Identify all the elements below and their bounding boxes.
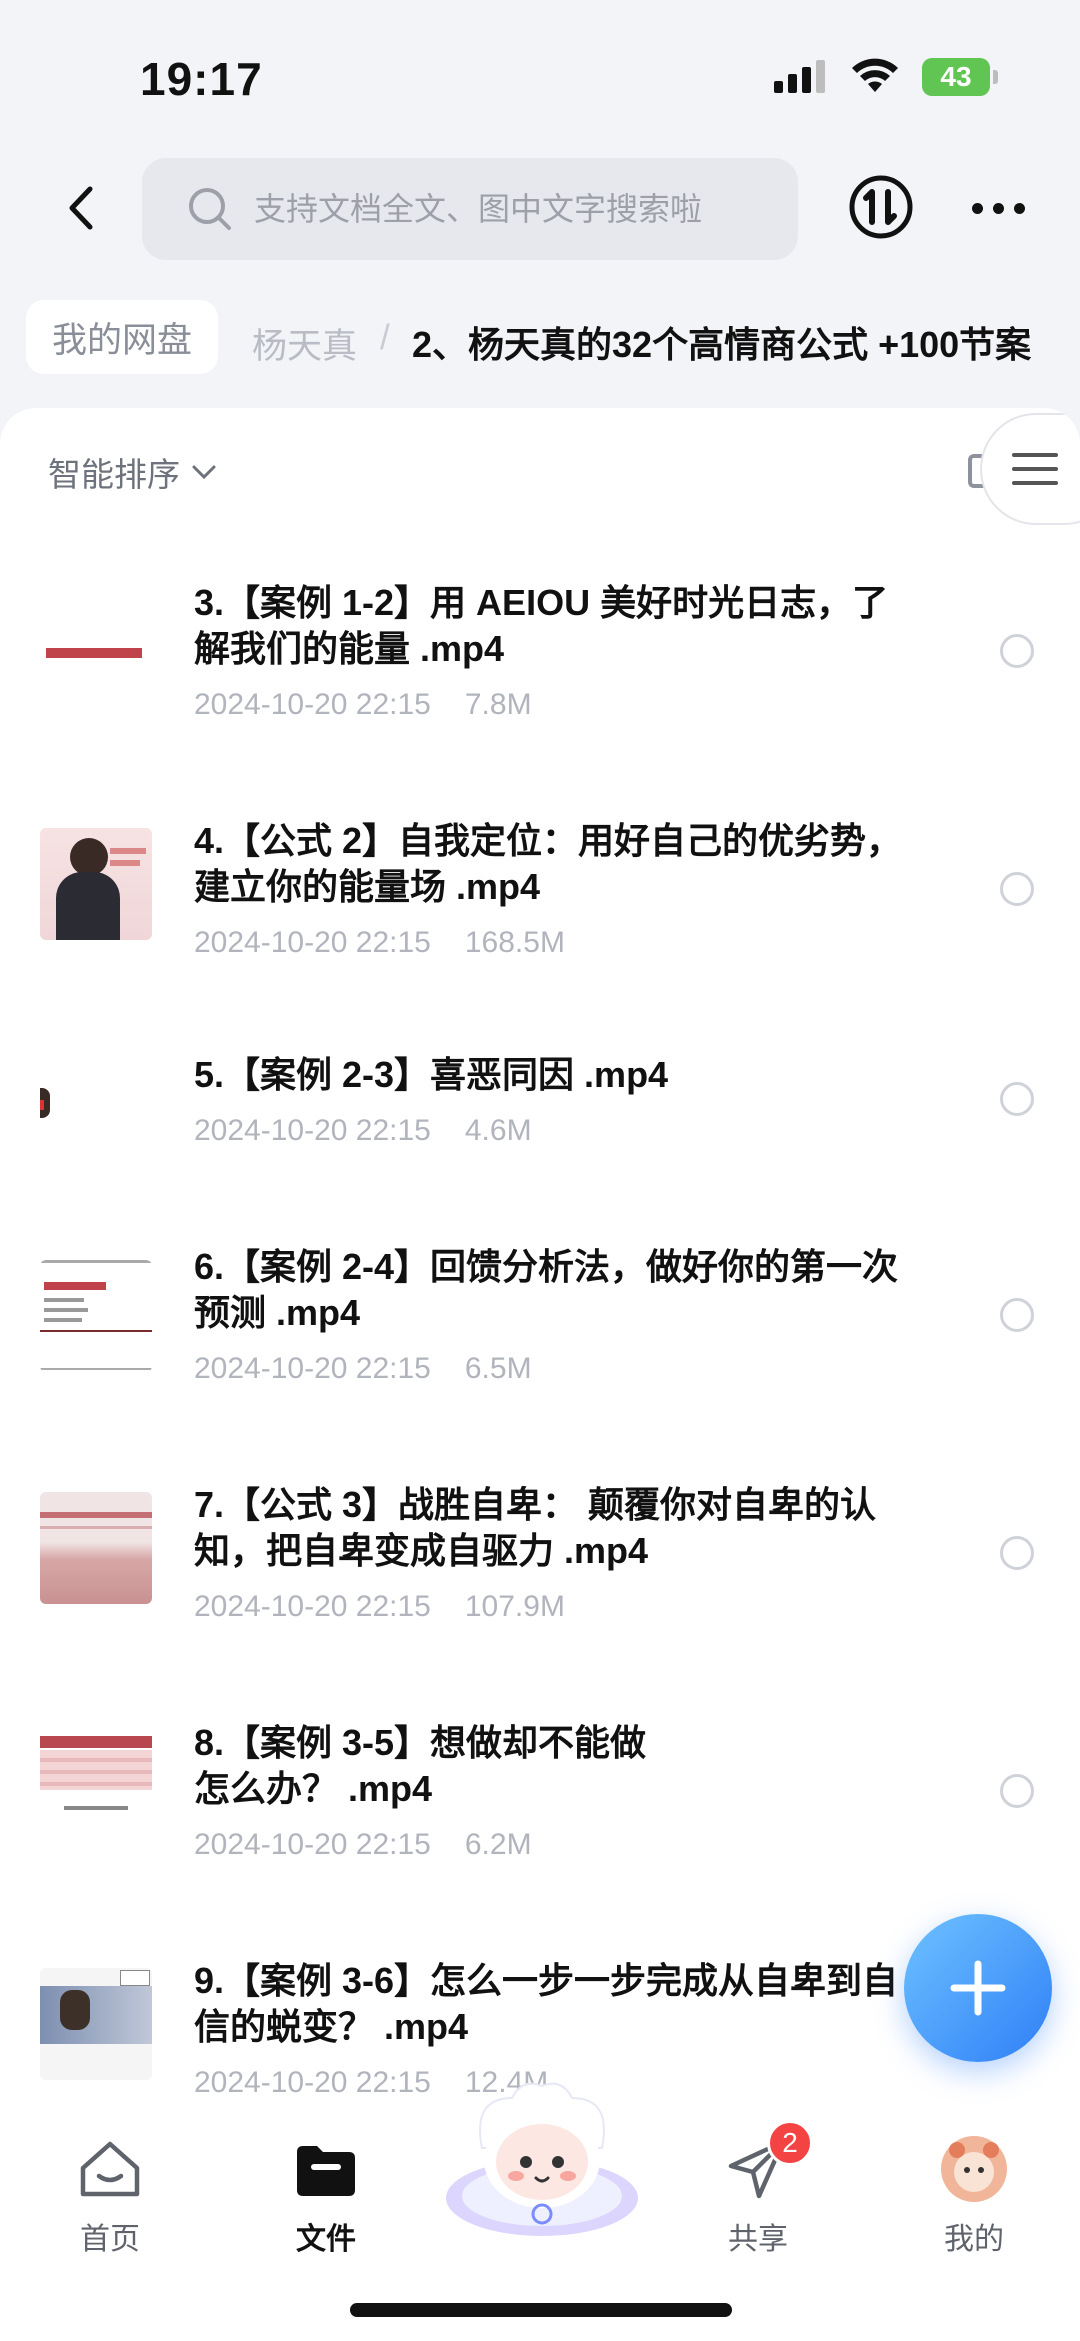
file-date: 2024-10-20 22:15 <box>194 1590 431 1623</box>
top-bar <box>0 150 1080 270</box>
search-bar[interactable] <box>142 158 798 260</box>
nav-home[interactable]: 首页 <box>30 2134 190 2258</box>
breadcrumb-root[interactable]: 我的网盘 <box>26 300 219 374</box>
send-icon: 2 <box>723 2120 813 2204</box>
video-thumbnail <box>40 598 152 710</box>
signal-icon <box>774 60 825 93</box>
select-radio[interactable] <box>1000 872 1034 906</box>
video-thumbnail <box>40 1730 152 1842</box>
breadcrumb-folder[interactable]: 杨天真 <box>252 318 357 369</box>
video-thumbnail <box>40 1260 152 1372</box>
file-meta: 2024-10-20 22:15 4.6M <box>194 1114 532 1148</box>
file-meta: 2024-10-20 22:15 168.5M <box>194 926 565 960</box>
file-title: 9.【案例 3-6】怎么一步一步完成从自卑到自信的蜕变？ .mp4 <box>194 1960 899 2047</box>
select-radio[interactable] <box>1000 1298 1034 1332</box>
nav-mine[interactable]: 我的 <box>894 2134 1054 2258</box>
folder-icon <box>291 2134 361 2204</box>
list-item[interactable]: 4.【公式 2】自我定位：用好自己的优劣势，建立你的能量场 .mp4 2024-… <box>0 806 1080 1026</box>
status-icons: 43 <box>772 58 998 96</box>
file-meta: 2024-10-20 22:15 7.8M <box>194 688 532 722</box>
sort-dropdown[interactable]: 智能排序 <box>48 448 218 496</box>
home-indicator <box>350 2303 732 2317</box>
file-size: 107.9M <box>464 1590 565 1623</box>
list-item[interactable]: 5.【案例 2-3】喜恶同因 .mp4 2024-10-20 22:15 4.6M <box>0 1040 1080 1220</box>
select-radio[interactable] <box>1000 634 1034 668</box>
avatar <box>939 2134 1009 2204</box>
file-size: 6.5M <box>464 1352 532 1385</box>
file-date: 2024-10-20 22:15 <box>194 1828 431 1861</box>
list-view-toggle[interactable] <box>980 413 1080 525</box>
battery-level: 43 <box>940 61 972 92</box>
wifi-icon <box>852 58 898 92</box>
breadcrumb: 我的网盘 杨天真 / 2、杨天真的32个高情商公式 +100节案 <box>0 298 1080 378</box>
nav-files-label: 文件 <box>296 2223 356 2256</box>
status-bar: 19:17 43 <box>0 0 1080 150</box>
nav-mine-label: 我的 <box>944 2223 1004 2256</box>
sort-label: 智能排序 <box>48 456 180 493</box>
status-time: 19:17 <box>140 53 263 105</box>
file-size: 6.2M <box>464 1828 532 1861</box>
list-icon <box>1012 453 1058 485</box>
nav-files[interactable]: 文件 <box>246 2134 406 2258</box>
ai-assistant-mascot[interactable] <box>442 2078 642 2238</box>
back-button[interactable] <box>52 178 112 238</box>
nav-share-label: 共享 <box>728 2223 788 2256</box>
file-date: 2024-10-20 22:15 <box>194 688 431 721</box>
nav-share[interactable]: 2 共享 <box>678 2120 838 2258</box>
battery-indicator: 43 <box>922 58 998 96</box>
search-icon <box>189 188 231 230</box>
file-title: 7.【公式 3】战胜自卑： 颠覆你对自卑的认知，把自卑变成自驱力 .mp4 <box>194 1484 877 1571</box>
file-size: 4.6M <box>464 1114 532 1147</box>
home-icon <box>75 2134 145 2204</box>
search-input[interactable] <box>254 190 774 228</box>
more-options-icon[interactable] <box>968 178 1028 238</box>
add-button[interactable] <box>904 1914 1052 2062</box>
file-size: 168.5M <box>464 926 565 959</box>
video-thumbnail <box>40 1968 152 2080</box>
file-title: 3.【案例 1-2】用 AEIOU 美好时光日志，了解我们的能量 .mp4 <box>194 582 889 669</box>
video-thumbnail <box>40 1492 152 1604</box>
file-date: 2024-10-20 22:15 <box>194 2066 431 2099</box>
select-radio[interactable] <box>1000 1536 1034 1570</box>
video-thumbnail <box>40 828 152 940</box>
breadcrumb-current: 2、杨天真的32个高情商公式 +100节案 <box>412 324 1032 365</box>
file-title: 4.【公式 2】自我定位：用好自己的优劣势，建立你的能量场 .mp4 <box>194 820 903 907</box>
breadcrumb-separator: / <box>380 318 390 357</box>
file-date: 2024-10-20 22:15 <box>194 926 431 959</box>
chevron-down-icon <box>192 465 216 480</box>
file-date: 2024-10-20 22:15 <box>194 1114 431 1147</box>
file-title: 6.【案例 2-4】回馈分析法，做好你的第一次预测 .mp4 <box>194 1246 899 1333</box>
file-size: 7.8M <box>464 688 532 721</box>
file-title: 5.【案例 2-3】喜恶同因 .mp4 <box>194 1054 669 1095</box>
plus-icon <box>950 1960 1006 2016</box>
share-badge: 2 <box>767 2120 813 2166</box>
select-radio[interactable] <box>1000 1774 1034 1808</box>
transfer-icon[interactable] <box>848 174 914 240</box>
list-item[interactable]: 3.【案例 1-2】用 AEIOU 美好时光日志，了解我们的能量 .mp4 20… <box>0 568 1080 788</box>
select-radio[interactable] <box>1000 1082 1034 1116</box>
file-list-panel: 智能排序 3.【案例 1-2】用 AEIOU 美好时光日志，了解我们的能量 .m… <box>0 408 1080 2108</box>
nav-home-label: 首页 <box>80 2223 140 2256</box>
file-title: 8.【案例 3-5】想做却不能做 怎么办？ .mp4 <box>194 1722 647 1809</box>
list-item[interactable]: 6.【案例 2-4】回馈分析法，做好你的第一次预测 .mp4 2024-10-2… <box>0 1232 1080 1452</box>
chevron-left-icon <box>69 186 93 230</box>
list-item[interactable]: 8.【案例 3-5】想做却不能做 怎么办？ .mp4 2024-10-20 22… <box>0 1708 1080 1928</box>
video-thumbnail <box>40 1048 152 1160</box>
file-meta: 2024-10-20 22:15 6.5M <box>194 1352 532 1386</box>
file-meta: 2024-10-20 22:15 107.9M <box>194 1590 565 1624</box>
file-date: 2024-10-20 22:15 <box>194 1352 431 1385</box>
file-meta: 2024-10-20 22:15 6.2M <box>194 1828 532 1862</box>
list-item[interactable]: 7.【公式 3】战胜自卑： 颠覆你对自卑的认知，把自卑变成自驱力 .mp4 20… <box>0 1470 1080 1690</box>
